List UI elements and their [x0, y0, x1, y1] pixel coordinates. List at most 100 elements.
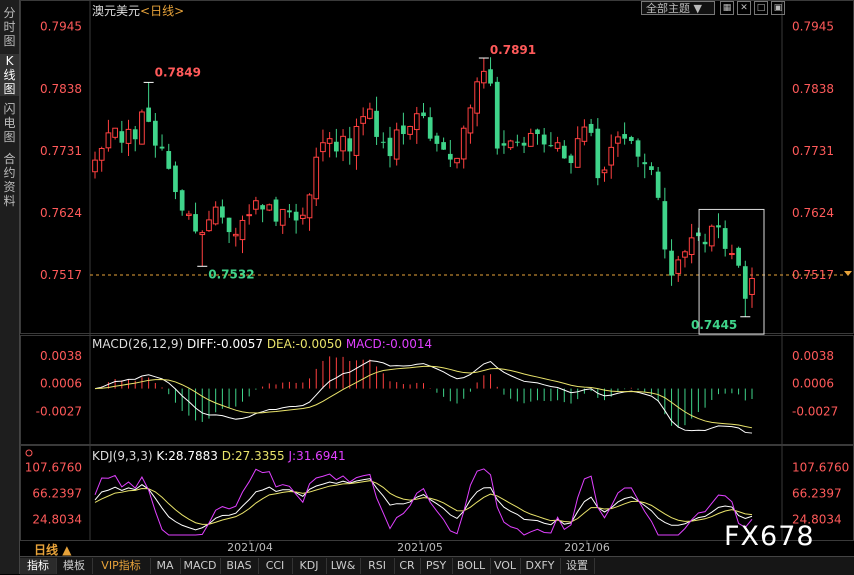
indicator-tab-12[interactable]: BOLL [452, 558, 491, 574]
price-tick-left-1: 0.7838 [40, 82, 82, 96]
candle-body [628, 137, 634, 141]
candle-body [716, 225, 721, 228]
macd-tick-right-0: 0.0038 [792, 349, 834, 363]
kdj-d-line [94, 480, 753, 525]
indicator-tab-14[interactable]: DXFY [520, 558, 561, 574]
indicator-tab-2[interactable]: VIP指标 [92, 558, 151, 574]
grid-icon[interactable]: ▦ [720, 1, 734, 15]
kdj-tick-left-2: 24.8034 [32, 512, 82, 526]
candle-body [347, 138, 353, 152]
candle-body [166, 151, 172, 169]
candle-body [581, 126, 588, 142]
indicator-tab-9[interactable]: RSI [360, 558, 395, 574]
indicator-tab-11[interactable]: PSY [420, 558, 453, 574]
maximize-icon[interactable]: □ [754, 1, 768, 15]
kdj-tick-right-0: 107.6760 [792, 461, 849, 475]
tab-timeshare[interactable]: 分时图 [0, 6, 19, 48]
kdj-d: D:27.3355 [221, 449, 285, 463]
candle-body [407, 125, 413, 135]
candle-body [742, 266, 748, 299]
indicator-tab-8[interactable]: LW& [326, 558, 361, 574]
candle-body [494, 81, 500, 149]
candle-body [353, 125, 360, 156]
candle-body [299, 214, 306, 219]
macd-value: MACD:-0.0014 [345, 337, 433, 351]
indicator-tab-15[interactable]: 设置 [560, 558, 595, 574]
candle-body [159, 146, 165, 149]
macd-tick-right-2: -0.0027 [792, 405, 838, 419]
candle-body [193, 214, 198, 232]
candle-body [427, 117, 433, 139]
tab-flash-chart[interactable]: 闪电图 [0, 102, 19, 144]
candle-body [186, 213, 192, 217]
candle-body [554, 142, 561, 149]
candle-body [749, 277, 755, 295]
candle-body [642, 162, 648, 165]
candle-body [467, 107, 474, 134]
panel-frame-0 [20, 0, 854, 334]
candle-body [736, 247, 741, 266]
candle-body [279, 208, 286, 226]
candle-body [401, 125, 406, 135]
candle-body [421, 112, 426, 117]
theme-dropdown[interactable]: 全部主题 ▼ [641, 1, 715, 15]
indicator-tab-6[interactable]: CCI [258, 558, 293, 574]
candle-body [360, 116, 367, 124]
candle-body [669, 250, 674, 276]
indicator-tab-4[interactable]: MACD [180, 558, 221, 574]
candle-body [501, 143, 507, 146]
kdj-name: KDJ(9,3,3) [92, 449, 153, 463]
sidebar: 分时图 K线图 闪电图 合约资料 [0, 0, 20, 574]
candle-body [521, 142, 527, 146]
candle-body [708, 225, 715, 247]
candle-body [380, 141, 386, 143]
current-price-marker [844, 270, 852, 276]
candle-body [306, 194, 313, 219]
period-indicator[interactable]: <日线> [140, 4, 184, 18]
close-icon[interactable]: ✕ [737, 1, 751, 15]
candle-body [152, 120, 158, 146]
candle-body [682, 251, 688, 258]
candle-body [253, 200, 259, 210]
price-tick-right-0: 0.7945 [792, 20, 834, 34]
macd-diff: DIFF:-0.0057 [186, 337, 263, 351]
candle-body [226, 217, 232, 233]
candle-body [393, 129, 400, 160]
highlight-box [698, 208, 765, 335]
candle-body [173, 165, 178, 193]
candle-body [595, 128, 601, 179]
chart-header: 澳元美元<日线> [92, 2, 184, 19]
candle-body [367, 108, 373, 119]
candle-body [132, 129, 138, 140]
tab-contract-info[interactable]: 合约资料 [0, 152, 19, 208]
indicator-tab-10[interactable]: CR [394, 558, 421, 574]
tab-kline[interactable]: K线图 [0, 54, 19, 96]
indicator-tab-3[interactable]: MA [150, 558, 181, 574]
indicator-tab-5[interactable]: BIAS [220, 558, 259, 574]
candle-body [98, 148, 105, 161]
restore-icon[interactable]: ▣ [771, 1, 785, 15]
candle-body [112, 127, 118, 138]
annotation-low-0.7445: 0.7445 [691, 318, 737, 332]
annotation-high-0.7849: 0.7849 [155, 65, 201, 79]
macd-diff-line [94, 360, 753, 434]
watermark-logo: FX678 [724, 521, 815, 552]
kdj-tick-left-0: 107.6760 [25, 461, 82, 475]
indicator-tab-1[interactable]: 模板 [56, 558, 93, 574]
indicator-tab-7[interactable]: KDJ [292, 558, 327, 574]
candle-body [220, 206, 225, 218]
candle-body [507, 140, 514, 149]
instrument-name: 澳元美元 [92, 4, 141, 18]
candle-body [287, 210, 292, 213]
candle-body [655, 171, 661, 198]
indicator-tab-0[interactable]: 指标 [20, 558, 57, 574]
candle-body [515, 141, 520, 143]
candle-body [608, 146, 615, 166]
candle-body [199, 232, 206, 236]
macd-dea: DEA:-0.0050 [266, 337, 342, 351]
macd-tick-left-0: 0.0038 [40, 349, 82, 363]
kdj-settings-icon[interactable] [25, 449, 33, 457]
indicator-tab-13[interactable]: VOL [490, 558, 521, 574]
candle-body [340, 135, 346, 152]
kdj-title: KDJ(9,3,3) K:28.7883 D:27.3355 J:31.6941 [92, 449, 346, 463]
